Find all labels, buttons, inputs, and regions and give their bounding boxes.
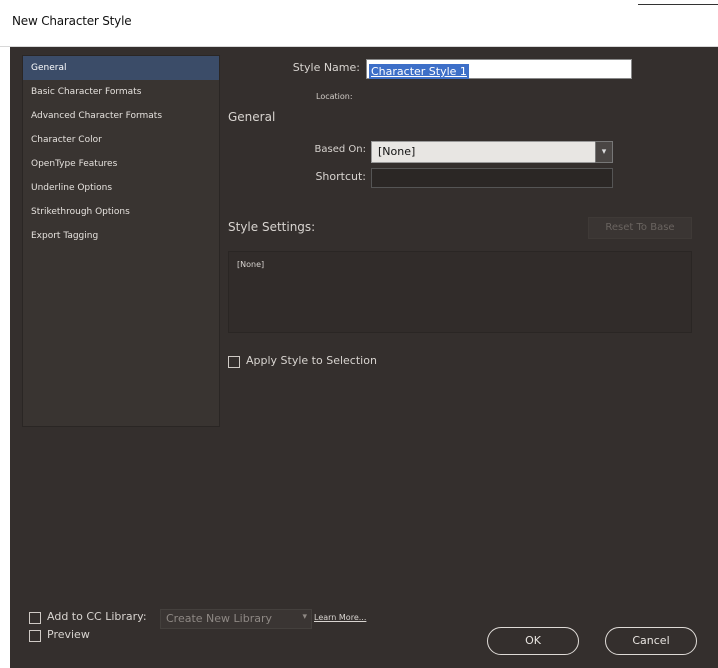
based-on-label: Based On: xyxy=(314,144,366,155)
style-name-value: Character Style 1 xyxy=(369,64,469,79)
cancel-button[interactable]: Cancel xyxy=(605,627,697,655)
library-select[interactable]: Create New Library ▾ xyxy=(160,609,312,629)
style-settings-text: [None] xyxy=(237,260,265,269)
preview-checkbox[interactable] xyxy=(29,630,41,642)
sidebar-item-character-color[interactable]: Character Color xyxy=(23,128,219,152)
apply-style-checkbox[interactable] xyxy=(228,356,240,368)
sidebar-item-advanced-character-formats[interactable]: Advanced Character Formats xyxy=(23,104,219,128)
learn-more-link[interactable]: Learn More... xyxy=(314,613,366,622)
dialog-body: General Basic Character Formats Advanced… xyxy=(10,47,718,668)
style-settings-label: Style Settings: xyxy=(228,220,316,234)
based-on-select[interactable]: [None] ▾ xyxy=(371,141,613,163)
title-bar: New Character Style xyxy=(0,0,718,47)
title-bar-edge xyxy=(638,4,718,5)
sidebar-item-strikethrough-options[interactable]: Strikethrough Options xyxy=(23,200,219,224)
style-settings-box: [None] xyxy=(228,251,692,333)
shortcut-label: Shortcut: xyxy=(315,170,366,183)
sidebar-item-export-tagging[interactable]: Export Tagging xyxy=(23,224,219,248)
based-on-value: [None] xyxy=(378,145,416,158)
style-name-label: Style Name: xyxy=(292,61,360,74)
cc-library-label: Add to CC Library: xyxy=(47,610,147,623)
sidebar-item-underline-options[interactable]: Underline Options xyxy=(23,176,219,200)
location-label: Location: xyxy=(316,92,353,101)
chevron-down-icon: ▾ xyxy=(302,612,307,622)
sidebar-item-opentype-features[interactable]: OpenType Features xyxy=(23,152,219,176)
preview-label: Preview xyxy=(47,628,90,641)
window-title: New Character Style xyxy=(12,14,132,28)
sidebar-item-basic-character-formats[interactable]: Basic Character Formats xyxy=(23,80,219,104)
style-name-input[interactable]: Character Style 1 xyxy=(366,59,632,79)
category-list: General Basic Character Formats Advanced… xyxy=(22,55,220,427)
library-select-value: Create New Library xyxy=(166,612,272,625)
cc-library-checkbox[interactable] xyxy=(29,612,41,624)
apply-style-label: Apply Style to Selection xyxy=(246,354,377,367)
reset-to-base-button[interactable]: Reset To Base xyxy=(588,217,692,239)
sidebar-item-general[interactable]: General xyxy=(23,56,219,80)
shortcut-input[interactable] xyxy=(371,168,613,188)
ok-button[interactable]: OK xyxy=(487,627,579,655)
chevron-down-icon[interactable]: ▾ xyxy=(595,141,613,163)
section-title: General xyxy=(228,110,276,124)
